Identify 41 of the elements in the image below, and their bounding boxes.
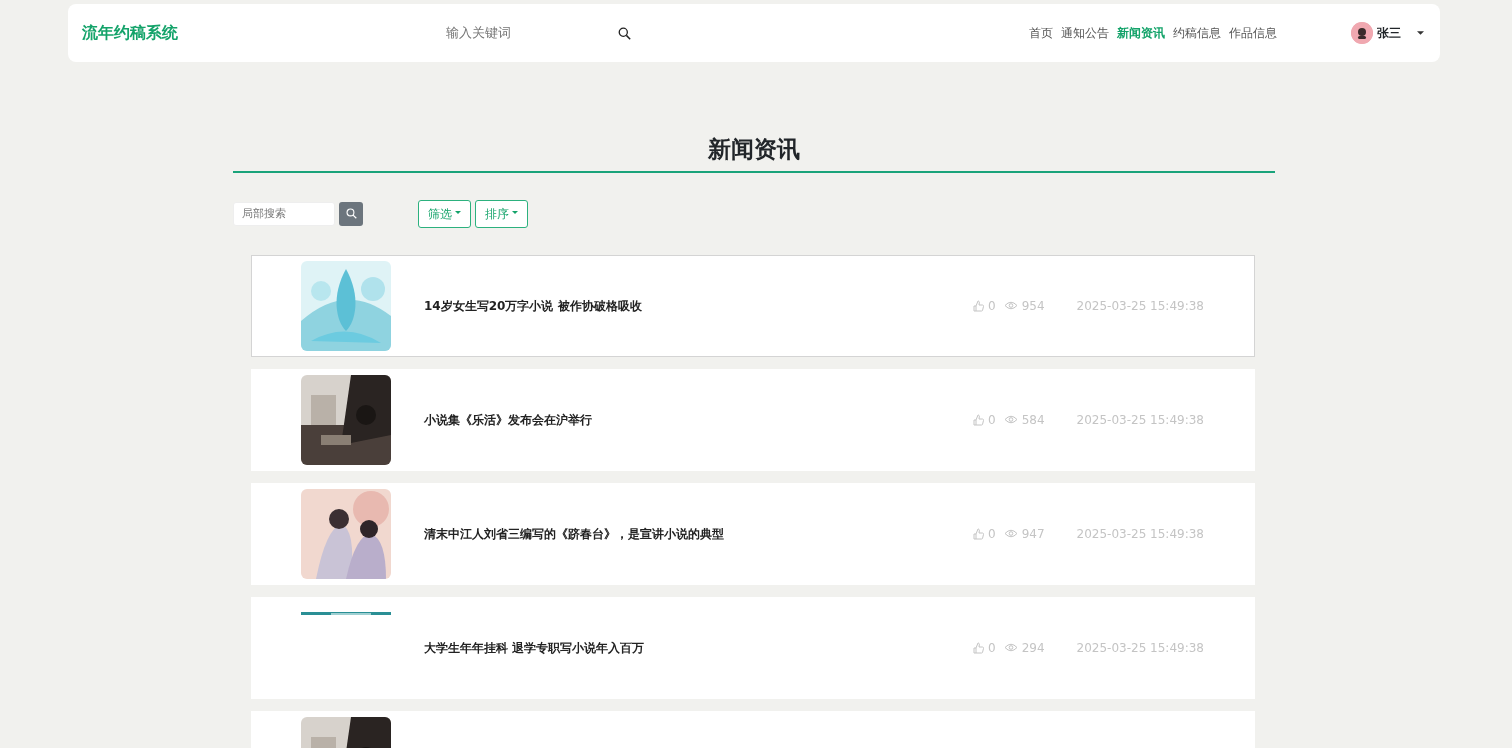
thumbs-up-icon[interactable] bbox=[973, 299, 984, 312]
like-count: 0 bbox=[988, 525, 996, 543]
nav-link[interactable]: 首页 bbox=[1029, 24, 1053, 42]
news-date: 2025-03-25 15:49:38 bbox=[1076, 639, 1204, 657]
page-heading: 新闻资讯 bbox=[707, 135, 801, 164]
caret-icon[interactable] bbox=[1417, 31, 1424, 35]
view-count: 584 bbox=[1021, 411, 1045, 429]
like-count: 0 bbox=[988, 639, 996, 657]
news-card[interactable]: 大学生年年挂科 退学专职写小说年入百万 0 294 2025-03-25 15:49:38 bbox=[251, 596, 1255, 699]
eye-icon bbox=[1003, 415, 1018, 424]
avatar-icon[interactable] bbox=[1351, 22, 1373, 44]
view-count: 294 bbox=[1021, 639, 1045, 657]
local-search-field[interactable]: 局部搜索 bbox=[233, 201, 335, 226]
view-count: 954 bbox=[1021, 297, 1045, 315]
news-card[interactable]: 小说集《乐活》发布会在沪举行 0 584 2025-03-25 15:49:38 bbox=[251, 368, 1255, 471]
user-name[interactable]: 张三 bbox=[1377, 24, 1401, 42]
thumbs-up-icon[interactable] bbox=[973, 527, 984, 540]
news-card[interactable]: 14岁女生写20万字小说 被作协破格吸收 0 954 2025-03-25 15:49:38 bbox=[251, 254, 1255, 357]
news-title[interactable]: 清末中江人刘省三编写的《跻春台》，是宣讲小说的典型 bbox=[424, 524, 973, 543]
news-date: 2025-03-25 15:49:38 bbox=[1076, 411, 1204, 429]
nav-link[interactable]: 约稿信息 bbox=[1173, 24, 1221, 42]
news-title[interactable]: 14岁女生写20万字小说 被作协破格吸收 bbox=[424, 296, 973, 315]
eye-icon bbox=[1003, 529, 1018, 538]
news-card[interactable]: 清末中江人刘省三编写的《跻春台》，是宣讲小说的典型 0 947 2025-03-25 15:49:38 bbox=[251, 482, 1255, 585]
news-title[interactable]: 大学生年年挂科 退学专职写小说年入百万 bbox=[424, 638, 973, 657]
nav-link[interactable]: 作品信息 bbox=[1229, 24, 1277, 42]
thumbs-up-icon[interactable] bbox=[973, 413, 984, 426]
search-button[interactable] bbox=[339, 201, 363, 226]
eye-icon bbox=[1003, 643, 1018, 652]
search-field[interactable]: 输入关键词 bbox=[444, 22, 614, 44]
view-count: 947 bbox=[1021, 525, 1045, 543]
like-count: 0 bbox=[988, 297, 996, 315]
news-title[interactable]: 小说集《乐活》发布会在沪举行 bbox=[424, 410, 973, 429]
news-date: 2025-03-25 15:49:38 bbox=[1076, 525, 1204, 543]
news-date: 2025-03-25 15:49:38 bbox=[1076, 297, 1204, 315]
thumbs-up-icon[interactable] bbox=[973, 641, 984, 654]
search-icon[interactable] bbox=[618, 26, 631, 40]
search-icon bbox=[345, 208, 357, 219]
nav-link[interactable]: 通知公告 bbox=[1061, 24, 1109, 42]
eye-icon bbox=[1003, 301, 1018, 310]
like-count: 0 bbox=[988, 411, 996, 429]
